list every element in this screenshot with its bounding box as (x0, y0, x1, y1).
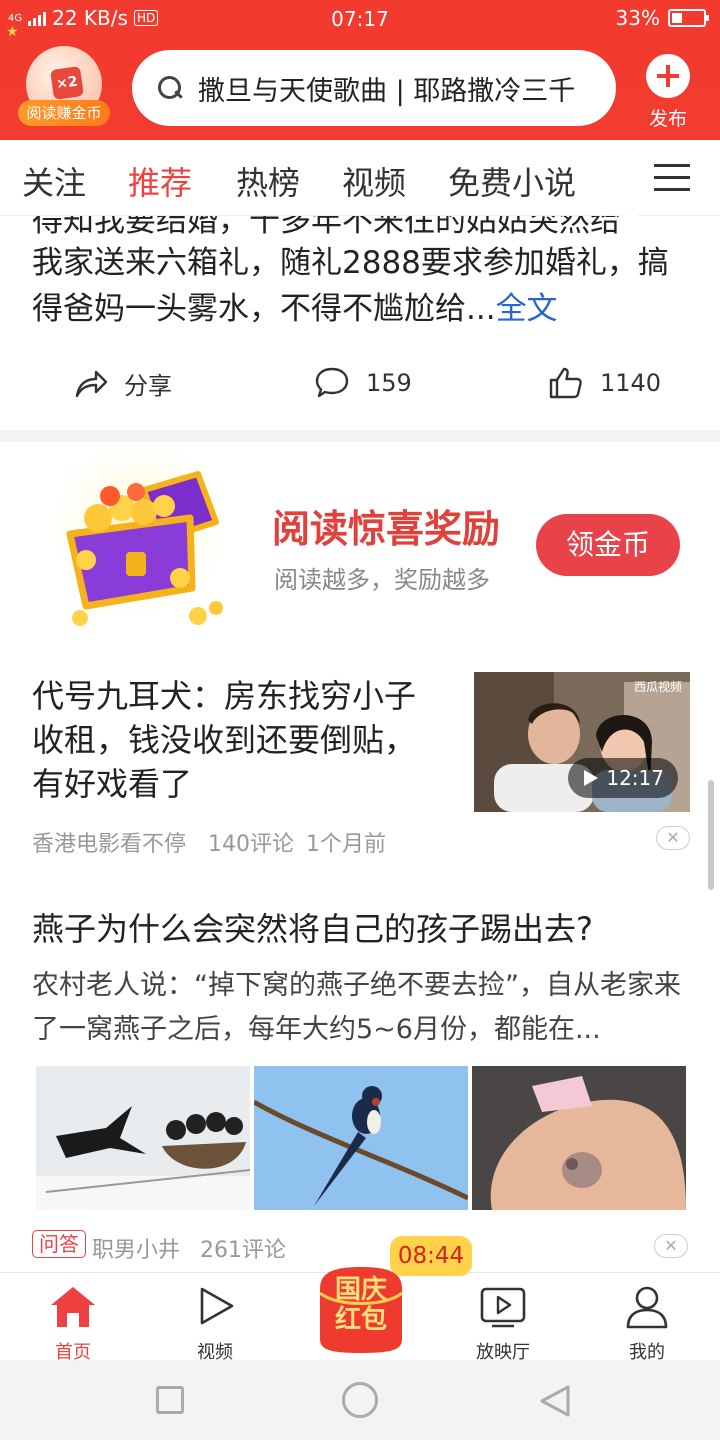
search-suggestion: 撒旦与天使歌曲 | 耶路撒冷三千 (198, 75, 576, 107)
card-actions: 分享 159 1140 (0, 366, 720, 410)
play-icon (200, 1287, 234, 1325)
video-thumbnail[interactable]: 西瓜视频 12:17 (474, 672, 690, 812)
feed-card-video[interactable]: 代号九耳犬：房东找穷小子收租，钱没收到还要倒贴，有好戏看了 西瓜视频 12:17… (0, 642, 720, 878)
comment-button[interactable]: 159 (314, 366, 412, 400)
article-source: 职男小井 (92, 1238, 181, 1263)
bottom-nav: 首页 视频 国庆 红包 放映厅 我的 (0, 1267, 720, 1363)
feed-card-swallow[interactable]: 燕子为什么会突然将自己的孩子踢出去? 农村老人说：“掉下窝的燕子绝不要去捡”，自… (0, 878, 720, 1272)
festival-line2: 红包 (334, 1305, 387, 1335)
nav-theater[interactable]: 放映厅 (458, 1283, 548, 1364)
battery-percent: 33% (615, 6, 660, 30)
article-source: 香港电影看不停 (32, 832, 187, 857)
battery-level (672, 13, 682, 23)
nav-home[interactable]: 首页 (28, 1283, 118, 1364)
search-icon (156, 74, 184, 102)
category-tabs: 关注 推荐 热榜 视频 免费小说 (0, 140, 720, 216)
red-packet-timer: 08:44 (390, 1236, 472, 1276)
article-abstract: 农村老人说：“掉下窝的燕子绝不要去捡”，自从老家来了一窝燕子之后，每年大约5~6… (32, 970, 681, 1045)
status-time: 07:17 (331, 7, 389, 31)
swallow-nest-image[interactable] (36, 1066, 250, 1210)
dismiss-icon[interactable]: ✕ (656, 826, 690, 850)
article-comments: 140评论 (208, 832, 294, 857)
dismiss-icon[interactable]: ✕ (654, 1234, 688, 1258)
reward-title: 阅读惊喜奖励 (272, 507, 501, 551)
article-image-row (36, 1066, 686, 1210)
tab-follow[interactable]: 关注 (22, 158, 86, 204)
battery-icon (668, 9, 709, 27)
card-body-text: 我家送来六箱礼，随礼2888要求参加婚礼，搞得爸妈一头雾水，不得不尴尬给... (32, 245, 669, 327)
article-comments: 261评论 (200, 1238, 286, 1263)
video-duration: 12:17 (568, 758, 678, 798)
nav-me[interactable]: 我的 (602, 1283, 692, 1364)
plus-icon (646, 54, 690, 98)
system-nav-bar (0, 1360, 720, 1440)
card-body: 我家送来六箱礼，随礼2888要求参加婚礼，搞得爸妈一头雾水，不得不尴尬给...全… (32, 240, 692, 332)
treasure-chest-icon (45, 448, 235, 633)
reward-subtitle: 阅读越多，奖励越多 (274, 566, 490, 594)
fulltext-link[interactable]: 全文 (496, 291, 558, 327)
like-button[interactable]: 1140 (548, 366, 661, 400)
status-bar: 4G 22 KB/s HD ★ 07:17 33% (0, 0, 720, 40)
status-right: 33% (615, 6, 709, 30)
scrollbar[interactable] (708, 780, 714, 890)
festival-line1: 国庆 (334, 1275, 387, 1305)
like-count: 1140 (600, 369, 662, 397)
share-button[interactable]: 分享 (74, 366, 172, 401)
search-bar[interactable]: 撒旦与天使歌曲 | 耶路撒冷三千 (132, 50, 616, 126)
tabs-fade (598, 140, 638, 216)
read-earn-coins-badge[interactable]: ×2 阅读赚金币 (18, 46, 110, 128)
tab-video[interactable]: 视频 (342, 158, 406, 204)
swallow-branch-photo (254, 1066, 468, 1210)
article-time: 1个月前 (306, 832, 386, 857)
comment-icon (315, 367, 349, 398)
recent-apps-icon[interactable] (156, 1386, 184, 1414)
share-icon (75, 370, 108, 397)
coin-multiplier: ×2 (50, 66, 84, 100)
reward-banner[interactable]: 阅读惊喜奖励 阅读越多，奖励越多 领金币 (0, 442, 720, 642)
home-button-icon[interactable] (342, 1382, 378, 1418)
user-icon (626, 1286, 668, 1329)
top-bar: 4G 22 KB/s HD ★ 07:17 33% ×2 阅读赚金币 撒旦与天使… (0, 0, 720, 140)
swallow-nest-photo (36, 1066, 250, 1210)
back-icon[interactable] (538, 1384, 572, 1418)
nav-video[interactable]: 视频 (170, 1283, 260, 1364)
publish-label: 发布 (648, 108, 687, 130)
feed-card-wedding[interactable]: 得知我要结婚，十多年不来往的姑姑突然给 我家送来六箱礼，随礼2888要求参加婚礼… (0, 216, 720, 430)
tab-free-novel[interactable]: 免费小说 (448, 158, 576, 204)
article-title: 燕子为什么会突然将自己的孩子踢出去? (32, 910, 593, 948)
home-icon (51, 1287, 95, 1327)
article-title: 代号九耳犬：房东找穷小子收租，钱没收到还要倒贴，有好戏看了 (32, 677, 417, 803)
thumbs-up-icon (549, 367, 582, 399)
publish-button[interactable]: 发布 (640, 54, 696, 131)
baby-bird-hand-photo (472, 1066, 686, 1210)
tab-recommend[interactable]: 推荐 (128, 158, 192, 204)
baby-bird-hand-image[interactable] (472, 1066, 686, 1210)
video-source-label: 西瓜视频 (633, 680, 682, 694)
qa-tag: 问答 (32, 1230, 86, 1258)
menu-icon[interactable] (654, 164, 690, 192)
share-label: 分享 (124, 372, 172, 400)
swallow-branch-image[interactable] (254, 1066, 468, 1210)
claim-coins-button[interactable]: 领金币 (536, 514, 680, 576)
tab-hot[interactable]: 热榜 (236, 158, 300, 204)
coin-label: 阅读赚金币 (18, 100, 110, 126)
comment-count: 159 (366, 369, 412, 397)
theater-icon (480, 1287, 526, 1328)
